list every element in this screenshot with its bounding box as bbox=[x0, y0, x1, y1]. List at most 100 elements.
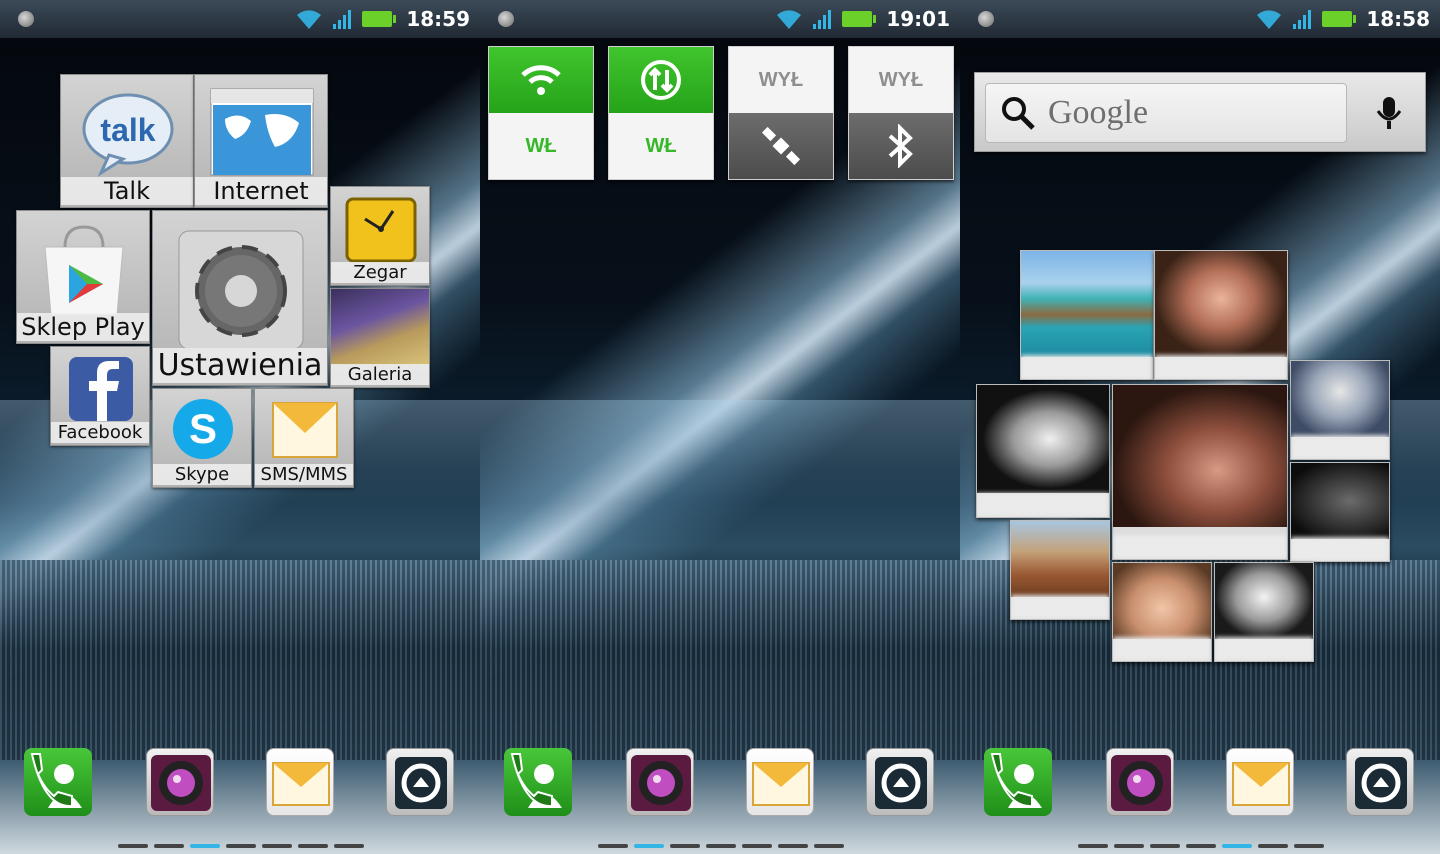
gps-satellite-icon bbox=[729, 113, 833, 179]
page-indicator bbox=[1078, 844, 1324, 848]
messaging-icon bbox=[272, 402, 338, 458]
app-label: Internet bbox=[195, 177, 327, 205]
home-screen-left: 19:01 WŁ WŁ WYŁ WYŁ bbox=[480, 0, 960, 854]
app-gallery[interactable]: Galeria bbox=[330, 288, 430, 388]
wifi-state-label: WŁ bbox=[525, 134, 557, 157]
page-dot bbox=[1078, 844, 1108, 848]
phone-contacts-icon[interactable] bbox=[24, 748, 92, 816]
search-input[interactable]: Google bbox=[985, 83, 1347, 143]
gps-toggle[interactable]: WYŁ bbox=[728, 46, 834, 180]
battery-icon bbox=[362, 11, 397, 27]
page-dot bbox=[1150, 844, 1180, 848]
notification-dot-icon bbox=[978, 11, 994, 27]
contact-photo[interactable] bbox=[1010, 520, 1110, 620]
page-dot bbox=[118, 844, 148, 848]
status-bar: 18:58 bbox=[960, 0, 1440, 38]
page-dot bbox=[814, 844, 844, 848]
page-dot bbox=[334, 844, 364, 848]
app-drawer-icon[interactable] bbox=[386, 748, 454, 816]
messaging-icon[interactable] bbox=[266, 748, 334, 816]
home-screen-center: 18:58 Google bbox=[960, 0, 1440, 854]
blurred-contact-name bbox=[977, 493, 1109, 517]
page-indicator bbox=[118, 844, 364, 848]
search-icon bbox=[1002, 97, 1035, 130]
page-dot bbox=[598, 844, 628, 848]
page-dot bbox=[298, 844, 328, 848]
blurred-contact-name bbox=[1021, 355, 1153, 379]
blurred-contact-name bbox=[1291, 435, 1389, 459]
battery-icon bbox=[1322, 11, 1357, 27]
app-skype[interactable]: S Skype bbox=[152, 388, 252, 488]
page-dot bbox=[706, 844, 736, 848]
app-facebook[interactable]: Facebook bbox=[50, 346, 150, 446]
contact-photo[interactable] bbox=[1290, 360, 1390, 460]
app-settings[interactable]: Ustawienia bbox=[152, 210, 328, 386]
gps-state-label: WYŁ bbox=[758, 68, 804, 91]
app-label: Talk bbox=[61, 177, 193, 205]
app-label: Skype bbox=[153, 464, 251, 485]
wallpaper-gravel bbox=[480, 560, 960, 760]
phone-contacts-icon[interactable] bbox=[984, 748, 1052, 816]
data-sync-icon bbox=[609, 47, 713, 113]
clock-icon bbox=[345, 197, 417, 263]
blurred-contact-name bbox=[1291, 537, 1389, 561]
notification-dot-icon bbox=[498, 11, 514, 27]
page-dot bbox=[1186, 844, 1216, 848]
page-dot bbox=[670, 844, 700, 848]
bluetooth-toggle[interactable]: WYŁ bbox=[848, 46, 954, 180]
contact-photo[interactable] bbox=[1020, 250, 1154, 380]
blurred-contact-name bbox=[1113, 535, 1287, 559]
wallpaper-gravel bbox=[0, 560, 480, 760]
data-sync-state-label: WŁ bbox=[645, 134, 677, 157]
svg-text:S: S bbox=[189, 405, 217, 452]
blurred-contact-name bbox=[1011, 595, 1109, 619]
svg-text:talk: talk bbox=[100, 112, 155, 148]
blurred-contact-name bbox=[1215, 637, 1313, 661]
page-dot bbox=[1294, 844, 1324, 848]
contact-photo[interactable] bbox=[1214, 562, 1314, 662]
status-time: 18:59 bbox=[406, 7, 470, 31]
status-bar: 19:01 bbox=[480, 0, 960, 38]
app-drawer-icon[interactable] bbox=[1346, 748, 1414, 816]
contact-photo[interactable] bbox=[976, 384, 1110, 518]
page-dot-active bbox=[634, 844, 664, 848]
messaging-icon[interactable] bbox=[1226, 748, 1294, 816]
data-sync-toggle[interactable]: WŁ bbox=[608, 46, 714, 180]
blurred-contact-name bbox=[1113, 637, 1211, 661]
wallpaper-glow bbox=[480, 400, 960, 570]
camera-icon[interactable] bbox=[146, 748, 214, 816]
app-label: Facebook bbox=[51, 422, 149, 443]
cell-signal-icon bbox=[813, 10, 832, 29]
play-store-icon bbox=[44, 225, 124, 316]
blurred-contact-name bbox=[1155, 355, 1287, 379]
page-dot bbox=[742, 844, 772, 848]
messaging-icon[interactable] bbox=[746, 748, 814, 816]
status-time: 19:01 bbox=[886, 7, 950, 31]
contact-photo[interactable] bbox=[1112, 562, 1212, 662]
status-bar: 18:59 bbox=[0, 0, 480, 38]
app-play-store[interactable]: Sklep Play bbox=[16, 210, 150, 344]
phone-contacts-icon[interactable] bbox=[504, 748, 572, 816]
notification-dot-icon bbox=[18, 11, 34, 27]
page-dot bbox=[262, 844, 292, 848]
contact-photo[interactable] bbox=[1290, 462, 1390, 562]
app-label: Sklep Play bbox=[17, 313, 149, 341]
microphone-icon[interactable] bbox=[1375, 95, 1403, 131]
bluetooth-state-label: WYŁ bbox=[878, 68, 924, 91]
app-clock[interactable]: Zegar bbox=[330, 186, 430, 286]
status-time: 18:58 bbox=[1366, 7, 1430, 31]
app-talk[interactable]: talk Talk bbox=[60, 74, 194, 208]
camera-icon[interactable] bbox=[1106, 748, 1174, 816]
app-internet[interactable]: Internet bbox=[194, 74, 328, 208]
page-dot bbox=[778, 844, 808, 848]
facebook-icon bbox=[69, 357, 133, 421]
wifi-signal-icon bbox=[777, 10, 802, 29]
page-dot bbox=[154, 844, 184, 848]
wifi-toggle[interactable]: WŁ bbox=[488, 46, 594, 180]
app-drawer-icon[interactable] bbox=[866, 748, 934, 816]
contact-photo[interactable] bbox=[1154, 250, 1288, 380]
app-sms[interactable]: SMS/MMS bbox=[254, 388, 354, 488]
google-search-widget: Google bbox=[974, 72, 1426, 152]
camera-icon[interactable] bbox=[626, 748, 694, 816]
contact-photo[interactable] bbox=[1112, 384, 1288, 560]
